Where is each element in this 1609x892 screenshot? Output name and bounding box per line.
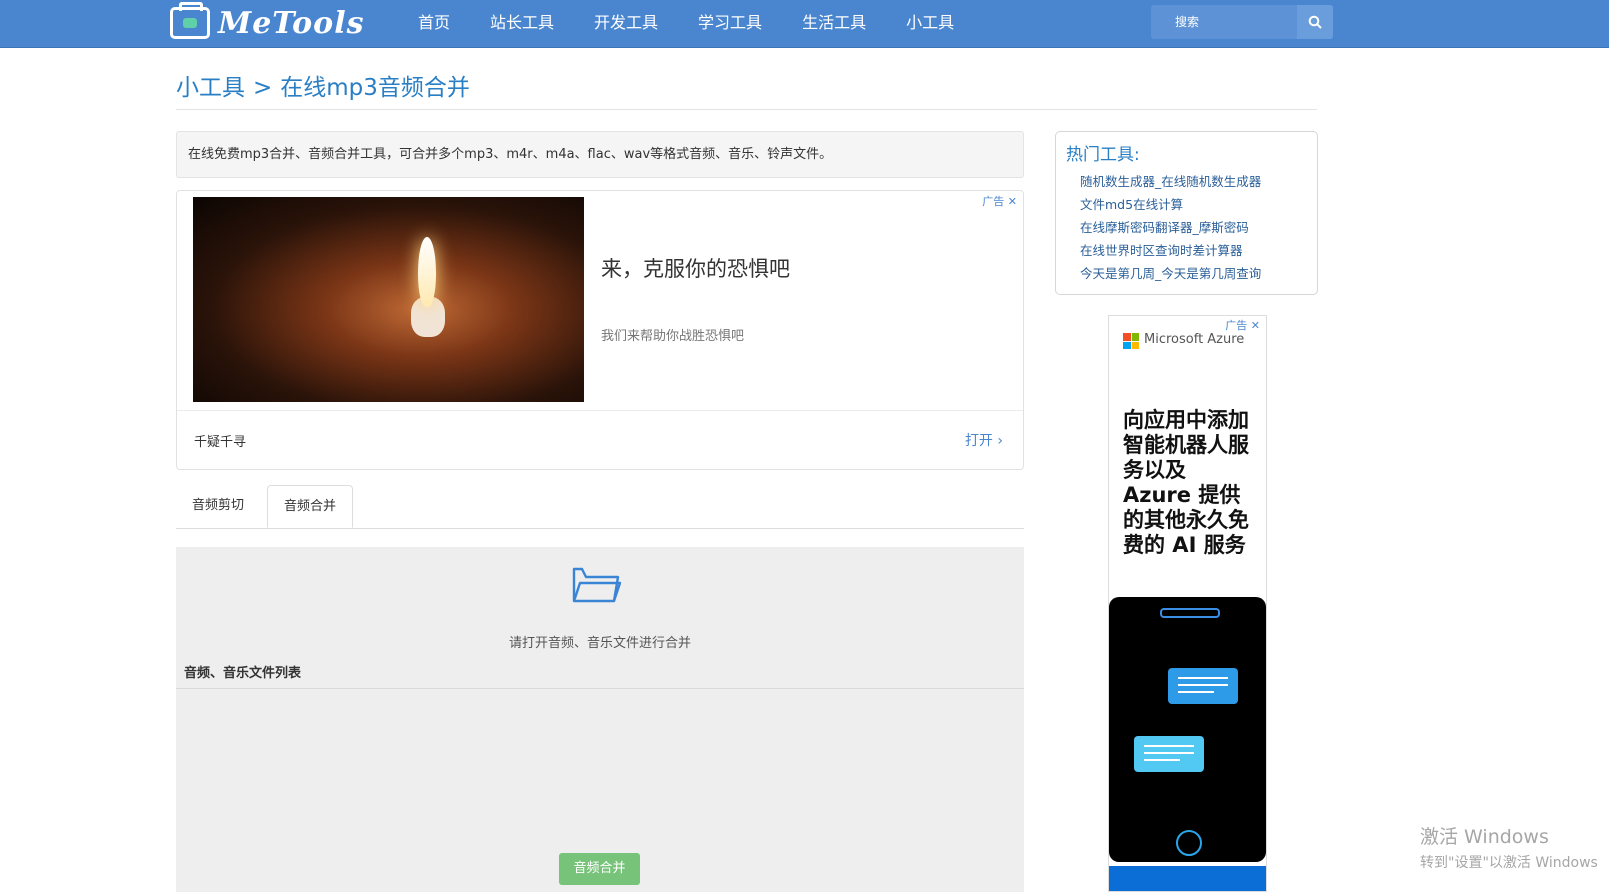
top-navbar: MeTools 首页 站长工具 开发工具 学习工具 生活工具 小工具 bbox=[0, 0, 1609, 48]
side-ad-footer-strip bbox=[1109, 866, 1266, 891]
hot-tool-link[interactable]: 在线摩斯密码翻译器_摩斯密码 bbox=[1080, 216, 1261, 239]
ad-open-button[interactable]: 打开 › bbox=[965, 430, 1003, 450]
site-logo[interactable]: MeTools bbox=[170, 2, 365, 42]
phone-speaker bbox=[1160, 608, 1220, 618]
main-menu: 首页 站长工具 开发工具 学习工具 生活工具 小工具 bbox=[418, 0, 994, 47]
upload-panel: 请打开音频、音乐文件进行合并 音频、音乐文件列表 音频合并 bbox=[176, 547, 1024, 892]
merge-button[interactable]: 音频合并 bbox=[559, 853, 640, 885]
tab-audio-merge[interactable]: 音频合并 bbox=[267, 485, 354, 528]
search-box bbox=[1151, 5, 1333, 39]
hot-tool-link[interactable]: 文件md5在线计算 bbox=[1080, 193, 1261, 216]
flame-shape bbox=[418, 237, 436, 307]
search-icon bbox=[1308, 15, 1322, 29]
side-ad-brand: Microsoft Azure bbox=[1144, 332, 1245, 347]
breadcrumb-separator: > bbox=[253, 75, 273, 101]
close-icon[interactable]: ✕ bbox=[1008, 195, 1017, 208]
logo-text: MeTools bbox=[218, 5, 365, 41]
ad-brand: 千疑千寻 bbox=[194, 435, 247, 450]
ad-banner[interactable]: 广告 ✕ 来，克服你的恐惧吧 我们来帮助你战胜恐惧吧 千疑千寻 打开 › bbox=[176, 190, 1024, 470]
open-file-hint[interactable]: 请打开音频、音乐文件进行合并 bbox=[176, 632, 1024, 651]
side-ad-azure[interactable]: 广告 ✕ Microsoft Azure 向应用中添加智能机器人服务以及 Azu… bbox=[1108, 315, 1267, 892]
phone-illustration bbox=[1109, 597, 1266, 862]
tab-audio-cut[interactable]: 音频剪切 bbox=[176, 485, 260, 528]
chevron-right-icon: › bbox=[997, 433, 1003, 449]
ad-subtext: 我们来帮助你战胜恐惧吧 bbox=[601, 329, 745, 344]
ad-headline[interactable]: 来，克服你的恐惧吧 bbox=[601, 253, 790, 283]
breadcrumb-parent[interactable]: 小工具 bbox=[176, 75, 245, 101]
search-button[interactable] bbox=[1297, 5, 1333, 39]
nav-item-small-tools[interactable]: 小工具 bbox=[906, 0, 954, 47]
tool-tabs: 音频剪切 音频合并 bbox=[176, 485, 1024, 529]
ad-divider bbox=[177, 410, 1023, 411]
nav-item-home[interactable]: 首页 bbox=[418, 0, 450, 47]
hot-tools-list: 随机数生成器_在线随机数生成器 文件md5在线计算 在线摩斯密码翻译器_摩斯密码… bbox=[1080, 170, 1261, 285]
side-ad-badge[interactable]: 广告 ✕ bbox=[1225, 317, 1260, 333]
side-ad-copy: 向应用中添加智能机器人服务以及 Azure 提供的其他永久免费的 AI 服务 bbox=[1123, 408, 1249, 557]
ad-open-label: 打开 bbox=[964, 433, 993, 449]
toolbox-icon bbox=[170, 2, 210, 39]
file-list-title: 音频、音乐文件列表 bbox=[184, 666, 302, 681]
microsoft-logo-icon bbox=[1123, 333, 1139, 349]
windows-activation-hint: 转到"设置"以激活 Windows bbox=[1420, 855, 1598, 871]
nav-item-study-tools[interactable]: 学习工具 bbox=[698, 0, 762, 47]
hot-tools-panel: 热门工具: 随机数生成器_在线随机数生成器 文件md5在线计算 在线摩斯密码翻译… bbox=[1055, 131, 1318, 295]
hot-tool-link[interactable]: 今天是第几周_今天是第几周查询 bbox=[1080, 262, 1261, 285]
chat-bubble-icon bbox=[1168, 668, 1238, 704]
hot-tool-link[interactable]: 在线世界时区查询时差计算器 bbox=[1080, 239, 1261, 262]
windows-activation-watermark: 激活 Windows bbox=[1420, 826, 1549, 848]
ad-badge[interactable]: 广告 ✕ bbox=[982, 193, 1017, 209]
nav-item-dev-tools[interactable]: 开发工具 bbox=[594, 0, 658, 47]
tool-description: 在线免费mp3合并、音频合并工具，可合并多个mp3、m4r、m4a、flac、w… bbox=[176, 131, 1024, 178]
ad-badge-label: 广告 bbox=[982, 195, 1005, 208]
close-icon[interactable]: ✕ bbox=[1251, 319, 1260, 332]
page-title: 在线mp3音频合并 bbox=[280, 75, 470, 101]
chat-bubble-icon bbox=[1134, 736, 1204, 772]
header-divider bbox=[176, 109, 1317, 110]
hot-tool-link[interactable]: 随机数生成器_在线随机数生成器 bbox=[1080, 170, 1261, 193]
breadcrumb: 小工具 > 在线mp3音频合并 bbox=[176, 68, 470, 102]
home-button-icon bbox=[1176, 830, 1202, 856]
folder-open-icon[interactable] bbox=[571, 563, 621, 605]
file-list-divider bbox=[176, 688, 1024, 689]
ad-image-candle[interactable] bbox=[193, 197, 584, 402]
hot-tools-title: 热门工具: bbox=[1066, 145, 1140, 165]
nav-item-life-tools[interactable]: 生活工具 bbox=[802, 0, 866, 47]
side-ad-badge-label: 广告 bbox=[1225, 319, 1248, 332]
search-input[interactable] bbox=[1151, 5, 1296, 39]
nav-item-webmaster-tools[interactable]: 站长工具 bbox=[490, 0, 554, 47]
